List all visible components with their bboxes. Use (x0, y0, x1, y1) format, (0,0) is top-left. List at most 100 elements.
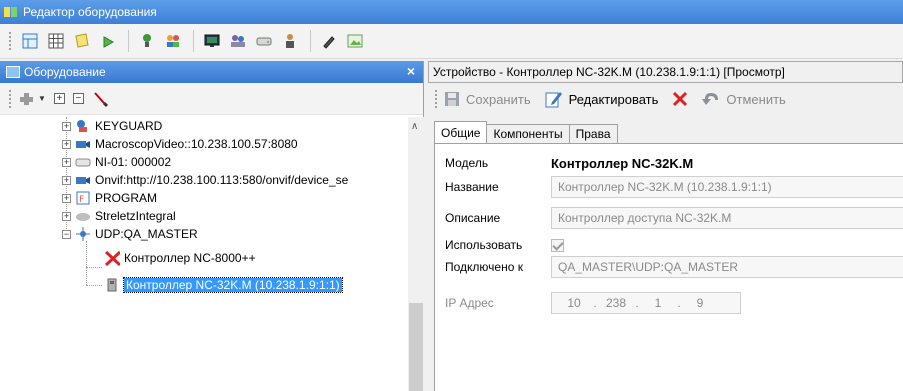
model-label: Модель (445, 156, 489, 170)
tree-node-label: MacroscopVideo::10.238.100.57:8080 (95, 137, 298, 151)
expand-toggle[interactable]: + (62, 121, 71, 131)
use-checkbox[interactable] (551, 238, 564, 252)
ip-row: IP Адрес 10 . 238 . 1 . 9 (445, 292, 741, 314)
toolbar-separator (193, 30, 194, 52)
svg-text:F: F (79, 195, 84, 205)
equipment-panel-title: Оборудование (24, 65, 106, 79)
drive-icon[interactable] (252, 29, 276, 53)
expand-toggle[interactable]: + (62, 139, 71, 149)
toolbar-separator (310, 30, 311, 52)
controller-icon (104, 278, 120, 292)
tree-node[interactable]: + NI-01: 000002 (62, 153, 171, 171)
ip-octet[interactable]: 9 (688, 296, 712, 310)
cancel-button[interactable]: Отменить (702, 91, 786, 107)
undo-icon (702, 91, 720, 107)
tab-rights[interactable]: Права (568, 124, 618, 143)
tree-node[interactable]: Контроллер NC-8000++ (104, 249, 256, 267)
grid-view-icon[interactable] (18, 29, 42, 53)
tree-node-label: StreletzIntegral (95, 209, 176, 223)
users-icon[interactable] (161, 29, 185, 53)
main-toolbar (0, 24, 903, 59)
use-label: Использовать (445, 238, 523, 252)
tree-node[interactable]: + StreletzIntegral (62, 207, 176, 225)
chevron-down-icon[interactable]: ▼ (38, 94, 46, 103)
camera-icon (75, 173, 91, 187)
monitor-icon[interactable] (200, 29, 224, 53)
tree-node-label: Контроллер NC-8000++ (124, 251, 256, 265)
device-panel: Устройство - Контроллер NC-32K.M (10.238… (428, 61, 903, 391)
network-icon (75, 227, 91, 241)
general-tab-body: Модель Контроллер NC-32K.M Название Конт… (434, 143, 903, 391)
expand-toggle[interactable]: + (62, 175, 71, 185)
notes-icon[interactable] (70, 29, 94, 53)
ip-address-field[interactable]: 10 . 238 . 1 . 9 (551, 292, 741, 314)
connected-row: Подключено к QA_MASTER\UDP:QA_MASTER (445, 256, 903, 278)
equipment-panel-header: Оборудование × (0, 61, 423, 83)
description-field[interactable]: Контроллер доступа NC-32K.M (551, 207, 903, 229)
description-label: Описание (445, 211, 501, 225)
picture-icon[interactable] (343, 29, 367, 53)
ip-separator: . (593, 296, 597, 310)
collapse-all-button[interactable]: − (72, 89, 84, 109)
window-title: Редактор оборудования (23, 5, 157, 19)
user-pin-icon[interactable] (135, 29, 159, 53)
tab-components[interactable]: Компоненты (486, 124, 570, 143)
wrench-icon (94, 91, 108, 107)
scroll-thumb[interactable] (409, 303, 423, 391)
tree-node[interactable]: + KEYGUARD (62, 117, 162, 135)
edit-button[interactable]: Редактировать (545, 90, 658, 108)
equipment-panel: Оборудование × ▼ + − + KEYGUARD + Macros… (0, 61, 424, 391)
expand-toggle[interactable]: + (62, 211, 71, 221)
add-button[interactable]: ▼ (18, 89, 46, 109)
expand-icon: + (53, 93, 65, 104)
tree-node[interactable]: + Onvif:http://10.238.100.113:580/onvif/… (62, 171, 348, 189)
name-field[interactable]: Контроллер NC-32K.M (10.238.1.9:1:1) (551, 176, 903, 198)
app-icon (4, 5, 18, 19)
tree-node-label: Onvif:http://10.238.100.113:580/onvif/de… (95, 173, 349, 187)
use-row: Использовать (445, 234, 564, 256)
tree-line (86, 241, 87, 285)
tree-node[interactable]: + MacroscopVideo::10.238.100.57:8080 (62, 135, 298, 153)
edit-icon (545, 90, 563, 108)
expand-toggle[interactable]: + (62, 157, 71, 167)
plant-icon[interactable] (96, 29, 120, 53)
tree-scrollbar[interactable]: ∧ (408, 117, 424, 391)
tree-node-selected[interactable]: Контроллер NC-32K.M (10.238.1.9:1:1) (104, 276, 343, 294)
equipment-toolbar: ▼ + − (0, 83, 423, 115)
equipment-tree: + KEYGUARD + MacroscopVideo::10.238.100.… (0, 117, 408, 391)
cancel-label: Отменить (726, 91, 786, 107)
wrench-button[interactable] (92, 89, 110, 109)
close-icon[interactable]: × (407, 63, 415, 79)
ip-separator: . (635, 296, 639, 310)
tab-general[interactable]: Общие (434, 121, 488, 143)
save-icon (444, 91, 460, 107)
people-icon[interactable] (226, 29, 250, 53)
tree-node-label: UDP:QA_MASTER (95, 227, 198, 241)
toolbar-grip[interactable] (434, 89, 438, 109)
ip-octet[interactable]: 1 (646, 296, 670, 310)
connected-field[interactable]: QA_MASTER\UDP:QA_MASTER (551, 256, 903, 278)
table-icon[interactable] (44, 29, 68, 53)
tree-line (86, 285, 102, 286)
collapse-toggle[interactable]: − (62, 229, 71, 239)
person-icon[interactable] (278, 29, 302, 53)
name-row: Название Контроллер NC-32K.M (10.238.1.9… (445, 176, 903, 198)
ip-octet[interactable]: 238 (604, 296, 628, 310)
toolbar-grip[interactable] (8, 88, 12, 109)
expand-all-button[interactable]: + (53, 89, 65, 109)
tree-node[interactable]: − UDP:QA_MASTER (62, 225, 198, 243)
ip-label: IP Адрес (445, 296, 494, 310)
tree-node[interactable]: + F PROGRAM (62, 189, 157, 207)
tree-node-label: Контроллер NC-32K.M (10.238.1.9:1:1) (123, 277, 343, 293)
device-tabs: Общие Компоненты Права (434, 121, 618, 143)
ip-separator: . (677, 296, 681, 310)
tree-node-label: PROGRAM (95, 191, 158, 205)
ip-octet[interactable]: 10 (562, 296, 586, 310)
pencil-tool-icon[interactable] (317, 29, 341, 53)
toolbar-grip[interactable] (8, 31, 12, 51)
save-button[interactable]: Сохранить (444, 91, 531, 107)
delete-button[interactable] (672, 91, 694, 107)
expand-toggle[interactable]: + (62, 193, 71, 203)
cloud-icon (75, 209, 91, 223)
scroll-up-icon[interactable]: ∧ (411, 121, 418, 132)
